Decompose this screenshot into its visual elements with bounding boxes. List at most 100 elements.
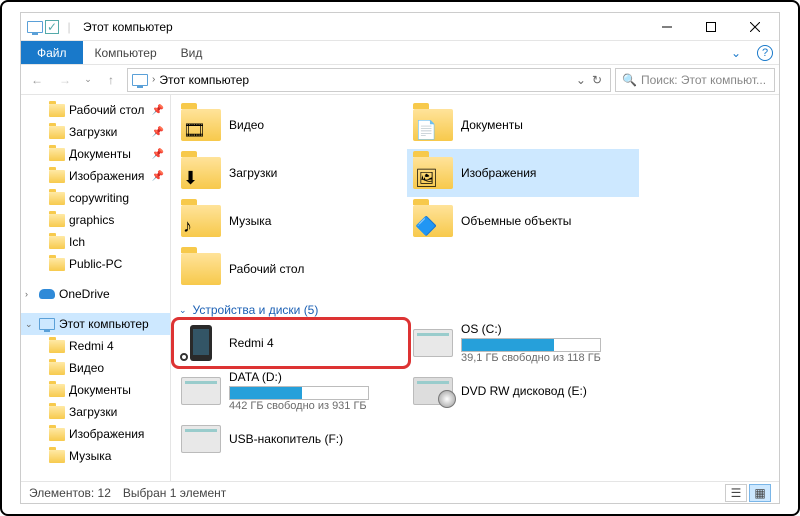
folder-icon	[49, 258, 65, 271]
device-item[interactable]: USB-накопитель (F:)	[175, 415, 407, 463]
nav-item[interactable]: Изображения 📌	[21, 165, 170, 187]
folder-item[interactable]: 🎞Видео	[175, 101, 407, 149]
nav-item[interactable]: Рабочий стол📌	[21, 99, 170, 121]
nav-label: Изображения	[69, 427, 144, 441]
ribbon: Файл Компьютер Вид ⌄ ?	[21, 41, 779, 65]
folder-item[interactable]: ♪Музыка	[175, 197, 407, 245]
nav-item[interactable]: Ich	[21, 231, 170, 253]
device-item[interactable]: OS (C:)39,1 ГБ свободно из 118 ГБ	[407, 319, 639, 367]
search-placeholder: Поиск: Этот компьют...	[641, 73, 766, 87]
folder-icon	[49, 406, 65, 419]
item-label: DATA (D:)	[229, 370, 369, 384]
minimize-button[interactable]	[645, 13, 689, 41]
nav-item[interactable]: Public-PC	[21, 253, 170, 275]
nav-item[interactable]: Документы	[21, 379, 170, 401]
nav-label: graphics	[69, 213, 114, 227]
device-item[interactable]: Redmi 4	[175, 319, 407, 367]
folder-item[interactable]: ⬇Загрузки	[175, 149, 407, 197]
folder-icon	[181, 253, 221, 285]
capacity-bar	[229, 386, 369, 400]
expand-icon[interactable]: ›	[25, 289, 35, 299]
address-bar: ← → ⌄ ↑ › Этот компьютер ⌄ ↻ 🔍 Поиск: Эт…	[21, 65, 779, 95]
forward-button[interactable]: →	[53, 68, 77, 92]
view-details-button[interactable]: ☰	[725, 484, 747, 502]
item-label: Объемные объекты	[461, 214, 571, 228]
titlebar: ✓ | Этот компьютер	[21, 13, 779, 41]
folder-item[interactable]: 🔷 Объемные объекты	[407, 197, 639, 245]
nav-item[interactable]: Изображения	[21, 423, 170, 445]
nav-item[interactable]: ›OneDrive	[21, 283, 170, 305]
pin-icon: 📌	[152, 171, 164, 182]
pin-icon: 📌	[152, 149, 164, 160]
folder-icon	[49, 214, 65, 227]
folder-item[interactable]: 📄 Документы	[407, 101, 639, 149]
nav-label: Этот компьютер	[59, 317, 149, 331]
nav-item[interactable]: copywriting	[21, 187, 170, 209]
nav-label: Музыка	[69, 449, 111, 463]
file-tab[interactable]: Файл	[21, 41, 83, 64]
folder-icon	[49, 428, 65, 441]
breadcrumb-item[interactable]: Этот компьютер	[159, 73, 249, 87]
refresh-icon[interactable]: ↻	[592, 73, 602, 87]
device-item[interactable]: DATA (D:)442 ГБ свободно из 931 ГБ	[175, 367, 407, 415]
capacity-bar	[461, 338, 601, 352]
nav-label: copywriting	[69, 191, 129, 205]
ribbon-expand-icon[interactable]: ⌄	[721, 41, 751, 64]
item-label: Redmi 4	[229, 336, 274, 350]
qat-checkbox-icon[interactable]: ✓	[45, 20, 59, 34]
expand-icon[interactable]: ⌄	[25, 319, 35, 330]
pin-icon: 📌	[152, 105, 164, 116]
group-header-devices[interactable]: ⌄ Устройства и диски (5)	[171, 299, 773, 319]
nav-item[interactable]: graphics	[21, 209, 170, 231]
nav-item[interactable]: Документы📌	[21, 143, 170, 165]
recent-dropdown[interactable]: ⌄	[81, 68, 95, 92]
nav-label: Документы	[69, 383, 131, 397]
nav-item[interactable]: Видео	[21, 357, 170, 379]
search-input[interactable]: 🔍 Поиск: Этот компьют...	[615, 68, 775, 92]
folder-icon	[49, 126, 65, 139]
folder-icon	[49, 450, 65, 463]
nav-label: Видео	[69, 361, 104, 375]
folder-icon	[49, 192, 65, 205]
item-label: Рабочий стол	[229, 262, 304, 276]
nav-item[interactable]: Redmi 4	[21, 335, 170, 357]
folder-icon: ♪	[181, 205, 221, 237]
nav-label: Ich	[69, 235, 85, 249]
item-label: Документы	[461, 118, 523, 132]
od-icon	[39, 289, 55, 299]
window-title: Этот компьютер	[83, 20, 173, 34]
folder-icon: 📄	[413, 109, 453, 141]
device-item[interactable]: DVD RW дисковод (E:)	[407, 367, 639, 415]
close-button[interactable]	[733, 13, 777, 41]
breadcrumb[interactable]: › Этот компьютер ⌄ ↻	[127, 68, 611, 92]
nav-item[interactable]: Загрузки 📌	[21, 121, 170, 143]
folder-item[interactable]: 🖼Изображения	[407, 149, 639, 197]
tab-view[interactable]: Вид	[169, 41, 215, 64]
nav-label: Изображения	[69, 169, 144, 183]
breadcrumb-dropdown-icon[interactable]: ⌄	[576, 73, 586, 87]
status-item-count: Элементов: 12	[29, 486, 111, 500]
nav-item[interactable]: Музыка	[21, 445, 170, 467]
help-icon[interactable]: ?	[757, 45, 773, 61]
folder-icon	[49, 104, 65, 117]
content-pane: 🎞Видео📄 Документы ⬇Загрузки🖼Изображения♪Му…	[171, 95, 779, 481]
group-header-label: Устройства и диски (5)	[193, 303, 319, 317]
tab-computer[interactable]: Компьютер	[83, 41, 169, 64]
up-button[interactable]: ↑	[99, 68, 123, 92]
folder-item[interactable]: Рабочий стол	[175, 245, 407, 293]
breadcrumb-pc-icon	[132, 74, 148, 86]
nav-label: Загрузки	[69, 125, 117, 139]
folder-icon	[49, 236, 65, 249]
maximize-button[interactable]	[689, 13, 733, 41]
item-sub: 39,1 ГБ свободно из 118 ГБ	[461, 352, 601, 364]
nav-item[interactable]: ⌄ Этот компьютер	[21, 313, 170, 335]
view-icons-button[interactable]: ▦	[749, 484, 771, 502]
folder-icon	[49, 340, 65, 353]
pin-icon: 📌	[152, 127, 164, 138]
item-label: DVD RW дисковод (E:)	[461, 384, 587, 398]
folder-icon: 🔷	[413, 205, 453, 237]
back-button[interactable]: ←	[25, 68, 49, 92]
status-selection: Выбран 1 элемент	[123, 486, 226, 500]
nav-item[interactable]: Загрузки	[21, 401, 170, 423]
item-label: USB-накопитель (F:)	[229, 432, 343, 446]
